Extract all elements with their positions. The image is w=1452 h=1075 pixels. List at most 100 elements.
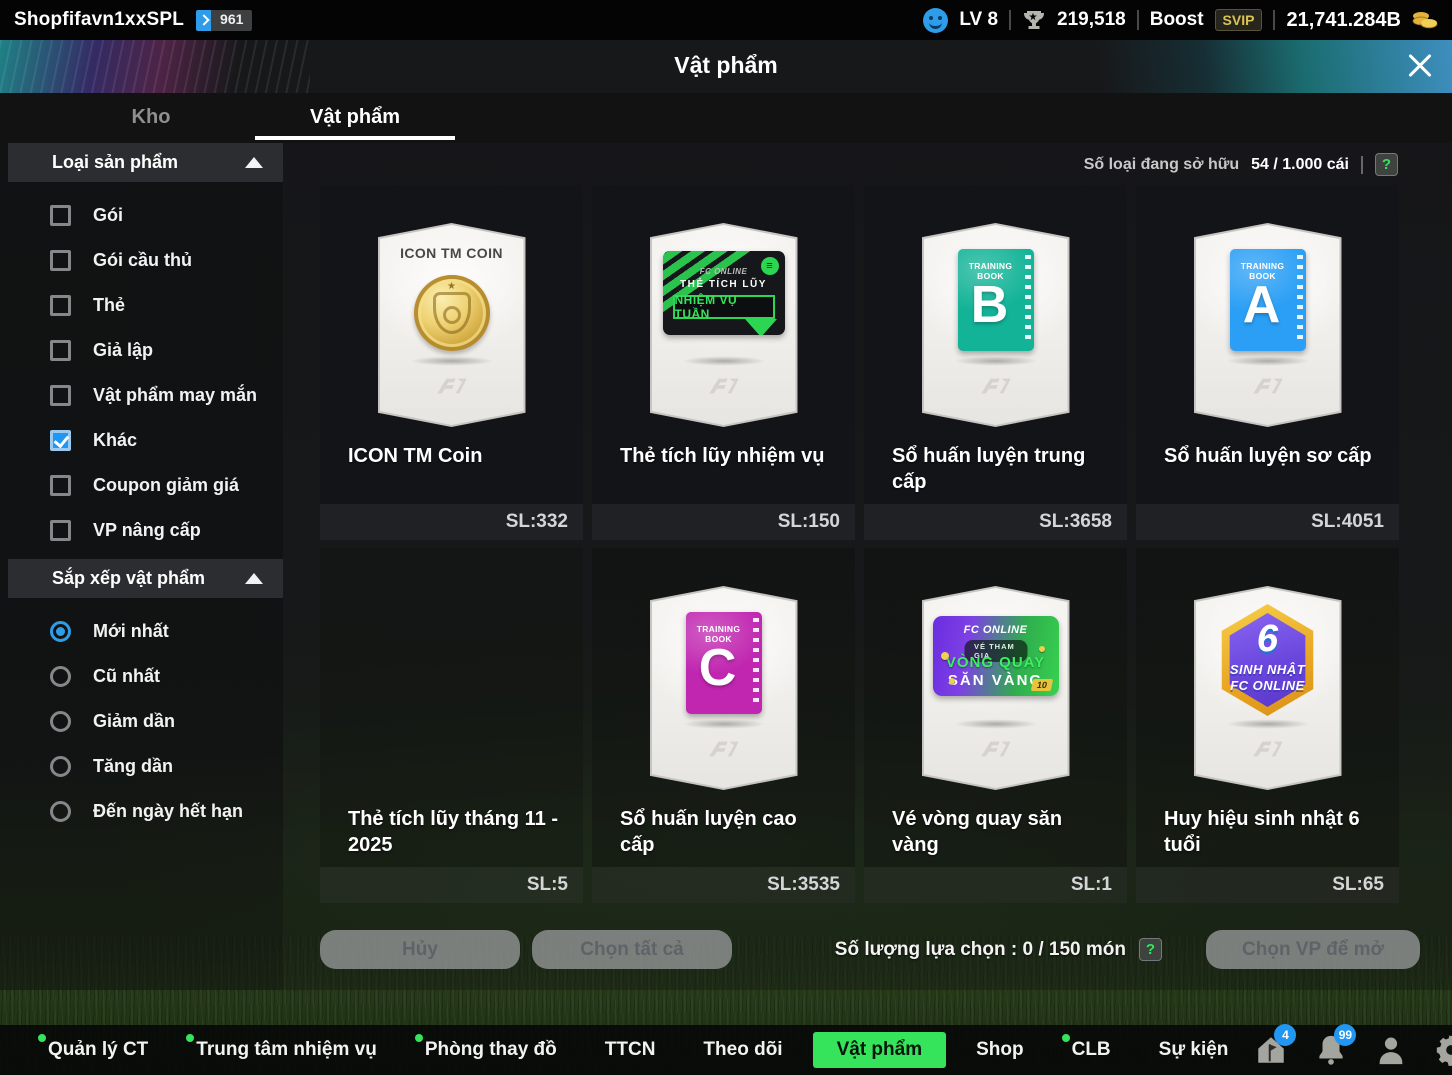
filter-option-7[interactable]: VP nâng cấp [0, 508, 283, 553]
item-name: ICON TM Coin [348, 443, 563, 469]
sort-option-1[interactable]: Cũ nhất [0, 654, 283, 699]
tab-vat-pham[interactable]: Vật phẩm [253, 93, 457, 143]
help-icon[interactable]: ? [1139, 938, 1162, 961]
checkbox-checked [50, 430, 71, 451]
divider [1009, 10, 1011, 30]
svip-badge: SVIP [1215, 9, 1263, 31]
item-card-the-tich-luy-thang-11-2025[interactable]: Thẻ tích lũy tháng 11 - 2025 SL:5 [320, 548, 583, 903]
nav-item-trung-tam-nhiem-vu[interactable]: Trung tâm nhiệm vụ [172, 1032, 401, 1068]
filter-option-3[interactable]: Giả lập [0, 328, 283, 373]
selection-summary: Số lượng lựa chọn : 0 / 150 món ? [835, 938, 1162, 961]
notify-dot [1062, 1034, 1070, 1042]
modal-header: Vật phẩm [0, 40, 1452, 93]
sort-section-header[interactable]: Sắp xếp vật phẩm [8, 559, 283, 598]
home-badge: 4 [1274, 1024, 1296, 1046]
close-icon[interactable] [1402, 48, 1438, 84]
notify-dot [38, 1034, 46, 1042]
nav-item-theo-doi[interactable]: Theo dõi [679, 1032, 806, 1068]
coins-icon [1412, 8, 1438, 32]
item-quantity: SL:3658 [1039, 511, 1112, 533]
card-art: TRAINING BOOK A [1194, 223, 1342, 427]
training-book-icon: TRAINING BOOK C [686, 612, 762, 714]
action-row: Hủy Chọn tất cả Số lượng lựa chọn : 0 / … [283, 930, 1452, 970]
sort-option-0[interactable]: Mới nhất [0, 609, 283, 654]
open-vp-button[interactable]: Chọn VP để mở [1206, 930, 1420, 969]
card-art: TRAINING BOOK B [922, 223, 1070, 427]
item-name: Huy hiệu sinh nhật 6 tuổi [1164, 806, 1379, 858]
radio [50, 756, 71, 777]
mood-emoji-icon [923, 8, 948, 33]
filter-option-0[interactable]: Gói [0, 193, 283, 238]
filter-option-5[interactable]: Khác [0, 418, 283, 463]
item-name: Sổ huấn luyện cao cấp [620, 806, 835, 858]
filter-option-6[interactable]: Coupon giảm giá [0, 463, 283, 508]
nav-item-su-kien[interactable]: Sự kiện [1135, 1032, 1253, 1068]
collapse-triangle-icon [245, 573, 263, 584]
filter-option-1[interactable]: Gói cầu thủ [0, 238, 283, 283]
mission-card-art: ≡ FC ONLINE THẺ TÍCH LŨY NHIỆM VỤ TUẦN [663, 251, 785, 335]
fc-logo-watermark [1249, 375, 1287, 397]
select-all-button[interactable]: Chọn tất cả [532, 930, 732, 969]
nav-item-quan-ly-ct[interactable]: Quản lý CT [24, 1032, 172, 1068]
notify-dot [415, 1034, 423, 1042]
modal-title: Vật phẩm [0, 52, 1452, 79]
tab-kho[interactable]: Kho [49, 93, 253, 143]
fc-logo-watermark [977, 375, 1015, 397]
card-art: FC ONLINE VÉ THAM GIA VÒNG QUAY SĂN VÀNG… [922, 586, 1070, 790]
item-card-so-huan-luyen-trung-cap[interactable]: TRAINING BOOK B Sổ huấn luyện trung cấp … [864, 185, 1127, 540]
item-quantity: SL:4051 [1311, 511, 1384, 533]
sort-option-3[interactable]: Tăng dần [0, 744, 283, 789]
filter-option-2[interactable]: Thẻ [0, 283, 283, 328]
item-name: Vé vòng quay săn vàng [892, 806, 1107, 858]
profile-button[interactable] [1372, 1031, 1410, 1069]
nav-item-shop[interactable]: Shop [952, 1032, 1048, 1068]
collapse-triangle-icon [245, 157, 263, 168]
card-art: TRAINING BOOK C [650, 586, 798, 790]
item-card-so-huan-luyen-so-cap[interactable]: TRAINING BOOK A Sổ huấn luyện sơ cấp SL:… [1136, 185, 1399, 540]
nav-item-vat-pham-active[interactable]: Vật phẩm [813, 1032, 947, 1068]
nav-item-clb[interactable]: CLB [1048, 1032, 1135, 1068]
top-status-bar: Shopfifavn1xxSPL 961 LV 8 219,518 Boost … [0, 0, 1452, 40]
radio [50, 711, 71, 732]
trophy-count: 219,518 [1057, 9, 1126, 31]
fc-logo-watermark [1249, 738, 1287, 760]
settings-button[interactable] [1432, 1031, 1452, 1069]
sort-option-4[interactable]: Đến ngày hết hạn [0, 789, 283, 834]
player-level: LV 8 [959, 9, 998, 31]
cancel-button[interactable]: Hủy [320, 930, 520, 969]
filter-section-header[interactable]: Loại sản phẩm [8, 143, 283, 182]
nav-item-phong-thay-do[interactable]: Phòng thay đồ [401, 1032, 581, 1068]
item-name: Thẻ tích lũy tháng 11 - 2025 [348, 806, 563, 858]
notifications-badge: 99 [1334, 1024, 1356, 1046]
radio-selected [50, 621, 71, 642]
item-name: Sổ huấn luyện trung cấp [892, 443, 1107, 495]
item-name: Thẻ tích lũy nhiệm vụ [620, 443, 835, 469]
notifications-button[interactable]: 99 [1312, 1031, 1350, 1069]
rank-icon [196, 10, 211, 31]
boost-label: Boost [1150, 9, 1204, 31]
item-footer: SL:5 [320, 867, 583, 903]
item-quantity: SL:5 [527, 874, 568, 896]
item-card-icon-tm-coin[interactable]: ICON TM COIN ★ ICON TM Coin SL:332 [320, 185, 583, 540]
help-icon[interactable]: ? [1375, 153, 1398, 176]
green-triangle [745, 319, 777, 335]
divider [1361, 156, 1363, 174]
player-rank-badge: 961 [196, 10, 252, 31]
divider [1273, 10, 1275, 30]
divider [1137, 10, 1139, 30]
item-card-the-tich-luy-nhiem-vu[interactable]: ≡ FC ONLINE THẺ TÍCH LŨY NHIỆM VỤ TUẦN T… [592, 185, 855, 540]
training-book-icon: TRAINING BOOK A [1230, 249, 1306, 351]
item-footer: SL:3535 [592, 867, 855, 903]
spin-ticket-art: FC ONLINE VÉ THAM GIA VÒNG QUAY SĂN VÀNG… [933, 616, 1059, 696]
item-quantity: SL:332 [506, 511, 568, 533]
item-card-ve-vong-quay-san-vang[interactable]: FC ONLINE VÉ THAM GIA VÒNG QUAY SĂN VÀNG… [864, 548, 1127, 903]
training-book-icon: TRAINING BOOK B [958, 249, 1034, 351]
item-card-so-huan-luyen-cao-cap[interactable]: TRAINING BOOK C Sổ huấn luyện cao cấp SL… [592, 548, 855, 903]
home-button[interactable]: 4 [1252, 1031, 1290, 1069]
filter-option-4[interactable]: Vật phẩm may mắn [0, 373, 283, 418]
item-card-huy-hieu-sinh-nhat-6-tuoi[interactable]: 6 SINH NHẬT FC ONLINE Huy hiệu sinh nhật… [1136, 548, 1399, 903]
card-art: ICON TM COIN ★ [378, 223, 526, 427]
currency-amount: 21,741.284B [1286, 9, 1401, 32]
nav-item-ttcn[interactable]: TTCN [581, 1032, 680, 1068]
sort-option-2[interactable]: Giảm dần [0, 699, 283, 744]
